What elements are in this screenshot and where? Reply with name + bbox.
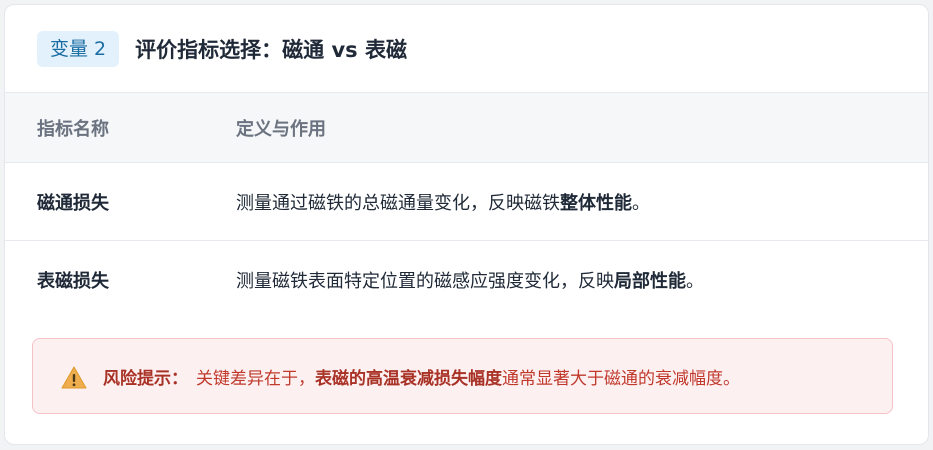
- definition-text: 测量磁铁表面特定位置的磁感应强度变化，反映: [236, 271, 614, 292]
- definition-highlight: 局部性能: [614, 271, 686, 292]
- metric-definition: 测量通过磁铁的总磁通量变化，反映磁铁整体性能。: [236, 189, 928, 215]
- card-title: 评价指标选择：磁通 vs 表磁: [135, 37, 407, 62]
- metric-name: 磁通损失: [37, 192, 109, 214]
- table-header: 指标名称 定义与作用: [5, 93, 928, 163]
- risk-text-highlight: 表磁的高温衰减损失幅度: [315, 368, 502, 389]
- table-row: 磁通损失 测量通过磁铁的总磁通量变化，反映磁铁整体性能。: [5, 163, 928, 241]
- table-row: 表磁损失 测量磁铁表面特定位置的磁感应强度变化，反映局部性能。: [5, 241, 928, 319]
- variable-badge: 变量 2: [37, 30, 120, 67]
- column-header-definition: 定义与作用: [236, 118, 326, 140]
- definition-highlight: 整体性能: [560, 192, 632, 214]
- metric-definition: 测量磁铁表面特定位置的磁感应强度变化，反映局部性能。: [236, 267, 928, 293]
- risk-alert: 风险提示： 关键差异在于，表磁的高温衰减损失幅度通常显著大于磁通的衰减幅度。: [32, 338, 893, 414]
- risk-text-start: 关键差异在于，: [196, 368, 315, 389]
- risk-message: 风险提示： 关键差异在于，表磁的高温衰减损失幅度通常显著大于磁通的衰减幅度。: [103, 364, 740, 389]
- definition-end: 。: [686, 271, 704, 292]
- warning-icon: [61, 366, 87, 389]
- card-header: 变量 2 评价指标选择：磁通 vs 表磁: [5, 5, 928, 93]
- metric-name: 表磁损失: [37, 271, 109, 292]
- definition-end: 。: [632, 192, 650, 214]
- definition-text: 测量通过磁铁的总磁通量变化，反映磁铁: [236, 192, 560, 214]
- risk-text-end: 通常显著大于磁通的衰减幅度。: [502, 368, 740, 389]
- column-header-name: 指标名称: [37, 118, 109, 140]
- risk-label: 风险提示：: [103, 368, 188, 389]
